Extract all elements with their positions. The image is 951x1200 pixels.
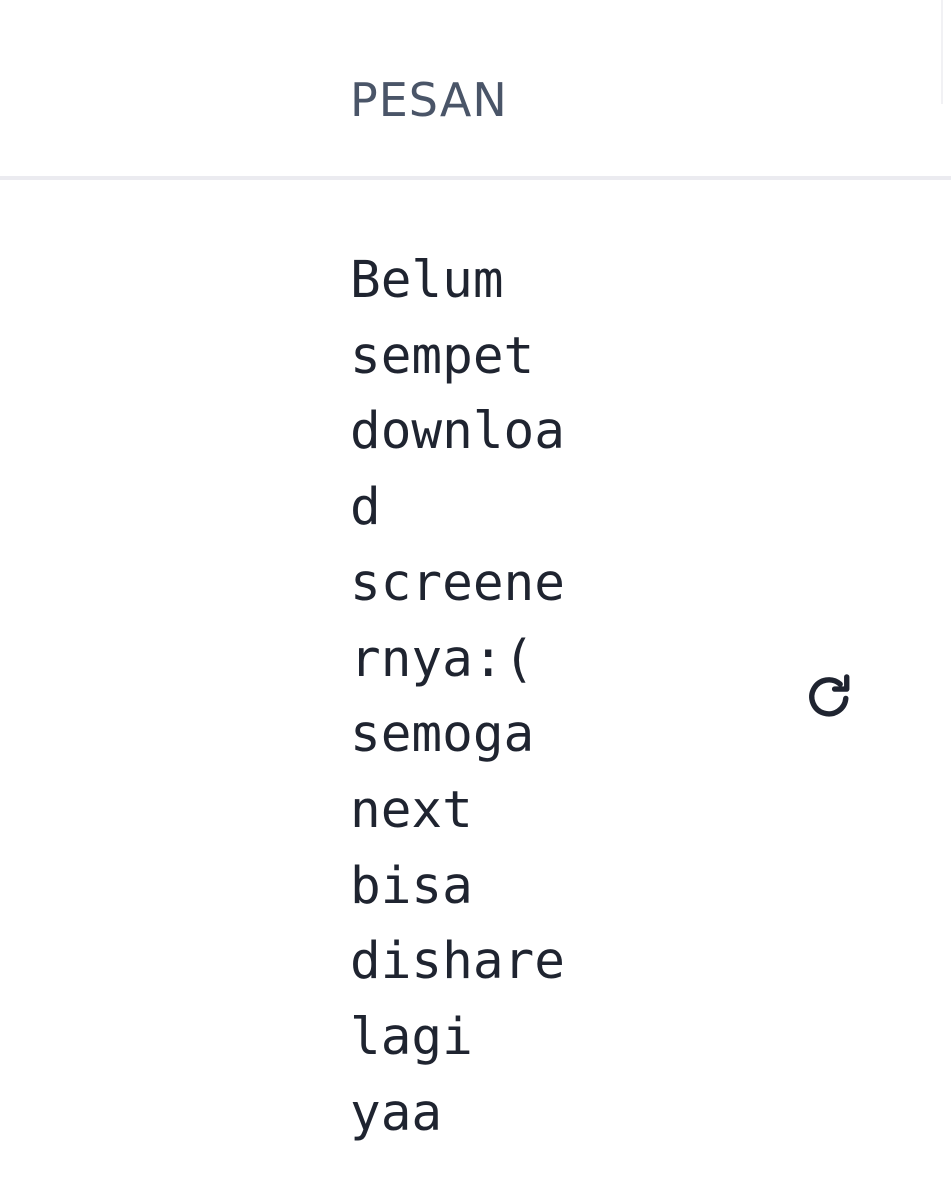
header-edge-line [941, 0, 943, 104]
refresh-icon [809, 674, 850, 717]
header-divider [0, 176, 951, 180]
message-text: Belum sempet downloa d screene rnya:( se… [350, 251, 565, 1143]
page-title: PESAN [350, 73, 508, 127]
header-bar: PESAN [0, 0, 951, 176]
refresh-button[interactable] [798, 666, 860, 728]
